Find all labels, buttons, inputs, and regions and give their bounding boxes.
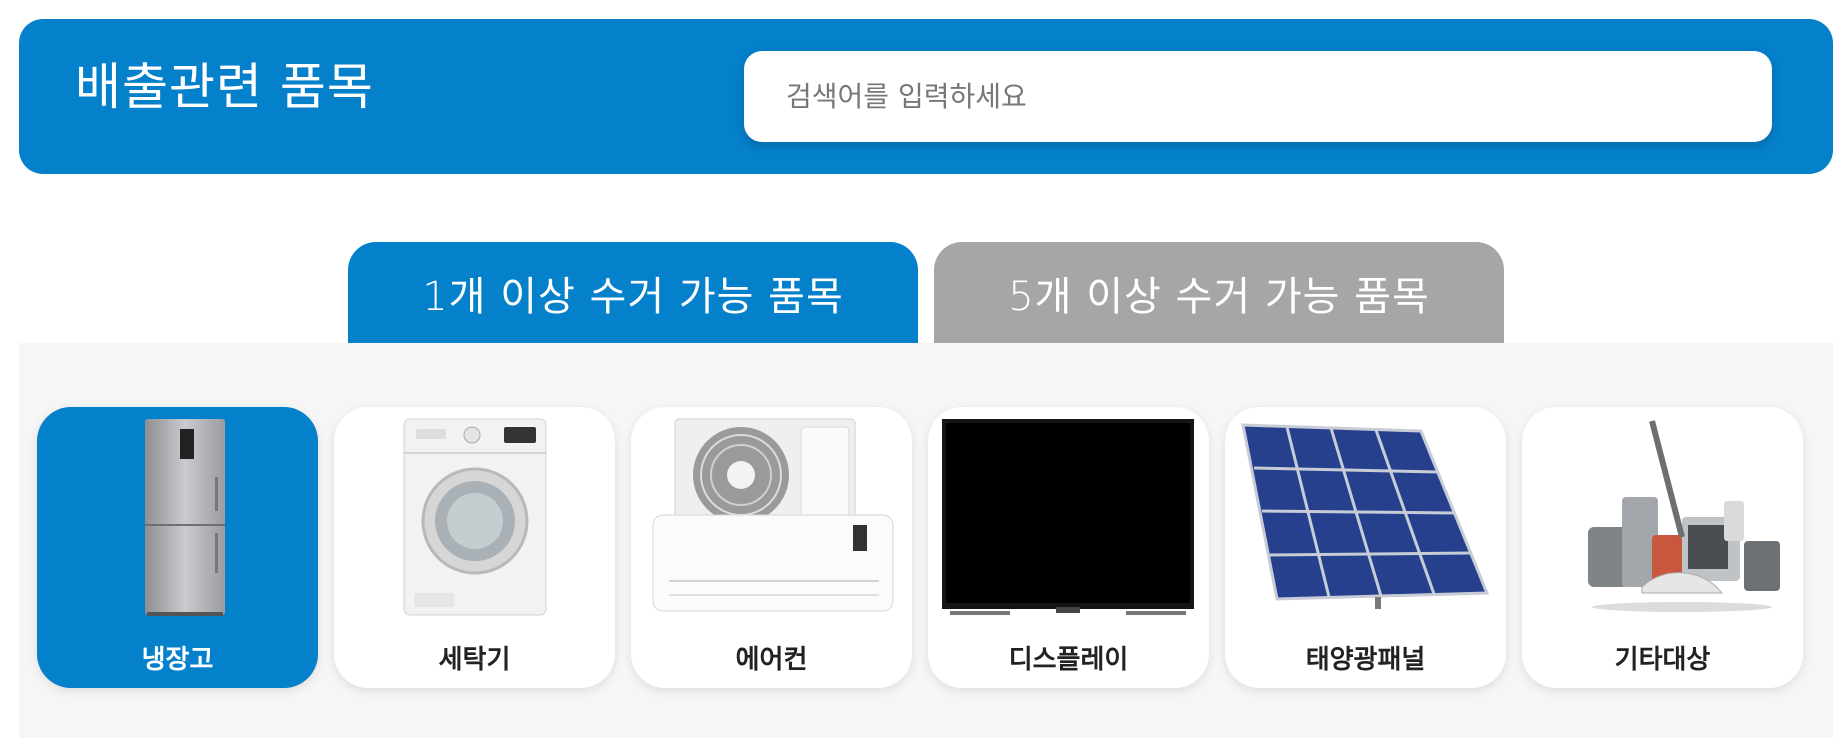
tab-five-or-more[interactable]: 5개 이상 수거 가능 품목 [934,242,1504,344]
item-card-display[interactable]: 디스플레이 [928,407,1209,688]
air-conditioner-icon [652,418,894,612]
item-label: 에어컨 [735,645,808,675]
page-header: 배출관련 품목 [19,19,1833,174]
tab-label: 1개 이상 수거 가능 품목 [422,274,844,320]
item-card-solar-panel[interactable]: 태양광패널 [1225,407,1506,688]
item-label: 세탁기 [438,645,511,675]
item-label: 기타대상 [1614,645,1711,675]
item-card-other[interactable]: 기타대상 [1522,407,1803,688]
tab-label: 5개 이상 수거 가능 품목 [1008,274,1430,320]
search-input[interactable] [786,80,1772,113]
display-icon [942,419,1194,615]
appliances-icon [1588,420,1780,612]
washing-machine-icon [403,418,547,616]
item-label: 태양광패널 [1305,645,1426,675]
item-card-washing-machine[interactable]: 세탁기 [334,407,615,688]
item-label: 디스플레이 [1008,645,1129,675]
item-card-refrigerator[interactable]: 냉장고 [37,407,318,688]
refrigerator-icon [145,419,225,616]
page-title: 배출관련 품목 [75,58,374,116]
item-card-air-conditioner[interactable]: 에어컨 [631,407,912,688]
search-box[interactable] [744,51,1772,142]
tab-one-or-more[interactable]: 1개 이상 수거 가능 품목 [348,242,918,344]
solar-panel-icon [1241,423,1490,609]
item-label: 냉장고 [141,645,214,675]
